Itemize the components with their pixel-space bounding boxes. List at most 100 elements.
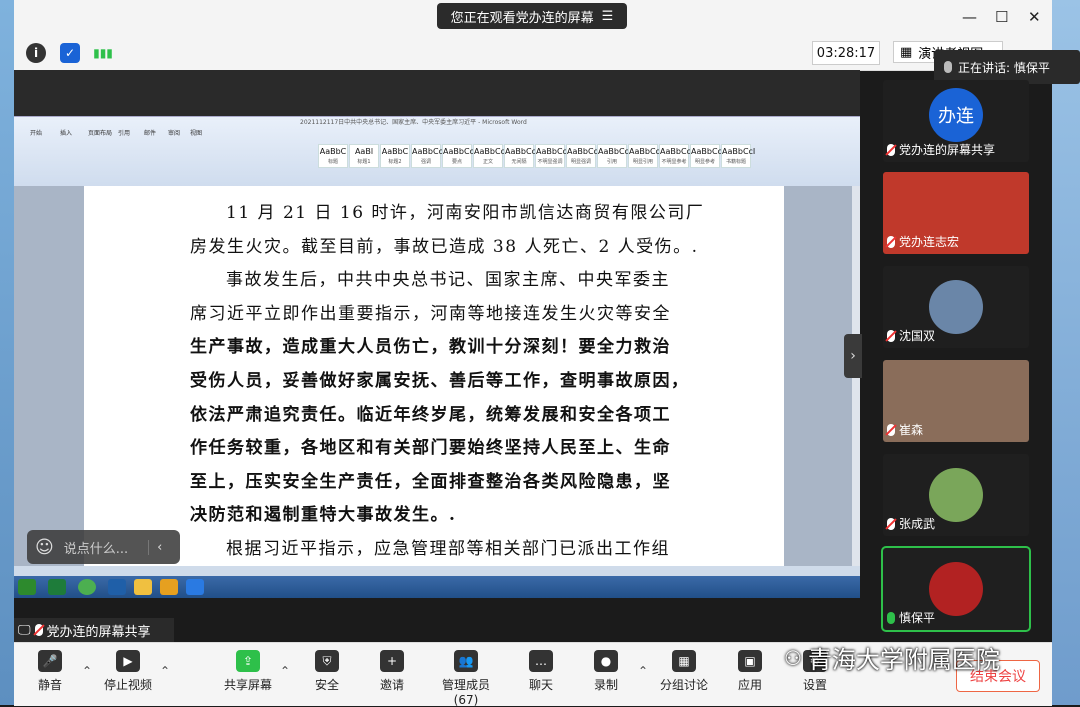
word-status-bar [14,566,860,576]
toolbar-label: 聊天 [528,678,553,692]
participant-name: 党办连的屏幕共享 [899,143,996,157]
viewing-banner[interactable]: 您正在观看党办连的屏幕 ☰ [437,3,627,29]
style-name: 要点 [451,159,462,165]
style-gallery-item[interactable]: AaBbCcD 不明显强调 [535,144,573,168]
toolbar-icon: + [380,650,404,672]
style-sample: AaBbCcI [722,147,756,156]
chevron-up-icon[interactable]: ⌃ [638,664,648,678]
avatar [929,468,983,522]
muted-mic-icon [887,423,895,436]
word-icon[interactable] [108,579,126,595]
folder-icon[interactable] [134,579,152,595]
ribbon-tab-3[interactable]: 引用 [118,128,130,137]
style-gallery-item[interactable]: AaBbCcD 引用 [597,144,635,168]
participant-tile[interactable]: 办连 党办连的屏幕共享 [883,80,1029,162]
viewing-banner-text: 您正在观看党办连的屏幕 [450,10,594,26]
muted-mic-icon [887,143,895,156]
toolbar-label: 静音 [37,678,62,692]
shield-icon[interactable]: ✓ [60,43,80,63]
word-window-title: 2021112117日中共中央总书记、国家主席、中央军委主席习近平 - Micr… [300,119,527,126]
browser-icon[interactable] [78,579,96,595]
toolbar-button-3[interactable]: ⛨ 安全 [291,650,363,693]
toolbar-button-9[interactable]: ▣ 应用 [714,650,786,693]
style-gallery-item[interactable]: AaBbCcI 书籍标题 [721,144,755,168]
excel-icon[interactable] [48,579,66,595]
comment-placeholder: 说点什么... [63,541,129,557]
screen-share-icon: 🖵 [18,622,31,638]
speaking-text: 正在讲话: 慎保平 [958,60,1050,75]
style-gallery-item[interactable]: AaBbCcD 不明显参考 [659,144,697,168]
toolbar-icon: ⇪ [236,650,260,672]
screen-share-label: 🖵 党办连的屏幕共享 [14,618,174,642]
style-name: 书籍标题 [725,159,746,165]
maximize-button[interactable]: ☐ [995,8,1008,26]
participant-name: 党办连志宏 [899,235,960,249]
start-icon[interactable] [18,579,36,595]
ribbon-tab-6[interactable]: 视图 [190,128,202,137]
chevron-up-icon[interactable]: ⌃ [82,664,92,678]
signal-icon[interactable]: ▮▮▮ [93,43,113,63]
ribbon-tab-0[interactable]: 开始 [30,128,42,137]
toolbar-button-4[interactable]: + 邀请 [356,650,428,693]
toolbar-icon: ▦ [672,650,696,672]
style-gallery-item[interactable]: AaBbCcD 明显强调 [566,144,604,168]
toolbar-label: 设置 [802,678,827,692]
style-gallery-item[interactable]: AaBbCcD 正文 [473,144,511,168]
toolbar-icon: 🎤 [38,650,62,672]
document-text-line: 受伤人员，妥善做好家属安抚、善后等工作，查明事故原因， [190,371,690,391]
grid-icon: ▦ [900,44,913,60]
toolbar-button-0[interactable]: 🎤 静音 [14,650,86,693]
minimize-button[interactable]: — [962,8,977,26]
style-gallery-item[interactable]: AaBbCcD 明显引用 [628,144,666,168]
style-sample: AaBl [354,147,374,156]
ribbon-tab-1[interactable]: 插入 [60,128,72,137]
toolbar-icon: ⛨ [315,650,339,672]
toolbar-button-8[interactable]: ▦ 分组讨论 [648,650,720,693]
info-icon[interactable]: i [26,43,46,63]
ribbon-tab-2[interactable]: 页面布局 [88,128,112,137]
participant-tile[interactable]: 张成武 [883,454,1029,536]
chevron-up-icon[interactable]: ⌃ [280,664,290,678]
toolbar-button-1[interactable]: ▶ 停止视频 [92,650,164,693]
participant-tile[interactable]: 崔森 [883,360,1029,442]
style-gallery-item[interactable]: AaBbCcD 强调 [411,144,449,168]
style-gallery-item[interactable]: AaBbC 标题 [318,144,348,168]
menu-icon[interactable]: ☰ [602,9,614,24]
meeting-timer: 03:28:17 [812,41,880,65]
chevron-left-icon[interactable]: ‹ [148,539,162,555]
emoji-icon[interactable]: ☺ [35,537,54,558]
style-gallery-item[interactable]: AaBl 标题1 [349,144,379,168]
ribbon-tab-4[interactable]: 邮件 [144,128,156,137]
toolbar-label: 管理成员(67) [441,678,490,707]
comment-input[interactable]: ☺ 说点什么... ‹ [27,530,180,564]
participant-label: 党办连的屏幕共享 [887,141,995,158]
participant-tile[interactable]: 沈国双 [883,266,1029,348]
style-gallery-item[interactable]: AaBbCcD 要点 [442,144,480,168]
toolbar-button-6[interactable]: … 聊天 [505,650,577,693]
close-button[interactable]: ✕ [1028,8,1041,26]
collapse-panel-button[interactable]: › [844,334,862,378]
style-gallery-item[interactable]: AaBbCcD 无间隔 [504,144,542,168]
participant-tile[interactable]: 党办连志宏 [883,172,1029,254]
toolbar-icon: ● [594,650,618,672]
meeting-app-icon[interactable] [186,579,204,595]
toolbar-button-5[interactable]: 👥 管理成员(67) [430,650,502,707]
style-name: 明显参考 [694,159,715,165]
app-icon[interactable] [160,579,178,595]
desktop-background-right [1052,0,1080,705]
toolbar-icon: ▣ [738,650,762,672]
participant-tile[interactable]: 慎保平 [881,546,1031,632]
ribbon-tab-5[interactable]: 审阅 [168,128,180,137]
style-gallery-item[interactable]: AaBbCcD 明显参考 [690,144,728,168]
document-text-line: 11 月 21 日 16 时许，河南安阳市凯信达商贸有限公司厂 [226,203,705,223]
document-text-line: 决防范和遏制重特大事故发生。. [190,505,457,526]
chevron-right-icon: › [850,348,856,364]
participant-name: 沈国双 [899,329,936,343]
toolbar-button-2[interactable]: ⇪ 共享屏幕 [212,650,284,693]
chevron-up-icon[interactable]: ⌃ [160,664,170,678]
toolbar-button-7[interactable]: ● 录制 [570,650,642,693]
participant-label: 慎保平 [887,609,935,626]
toolbar-label: 停止视频 [103,678,152,692]
style-gallery-item[interactable]: AaBbC 标题2 [380,144,410,168]
toolbar-icon: ▶ [116,650,140,672]
